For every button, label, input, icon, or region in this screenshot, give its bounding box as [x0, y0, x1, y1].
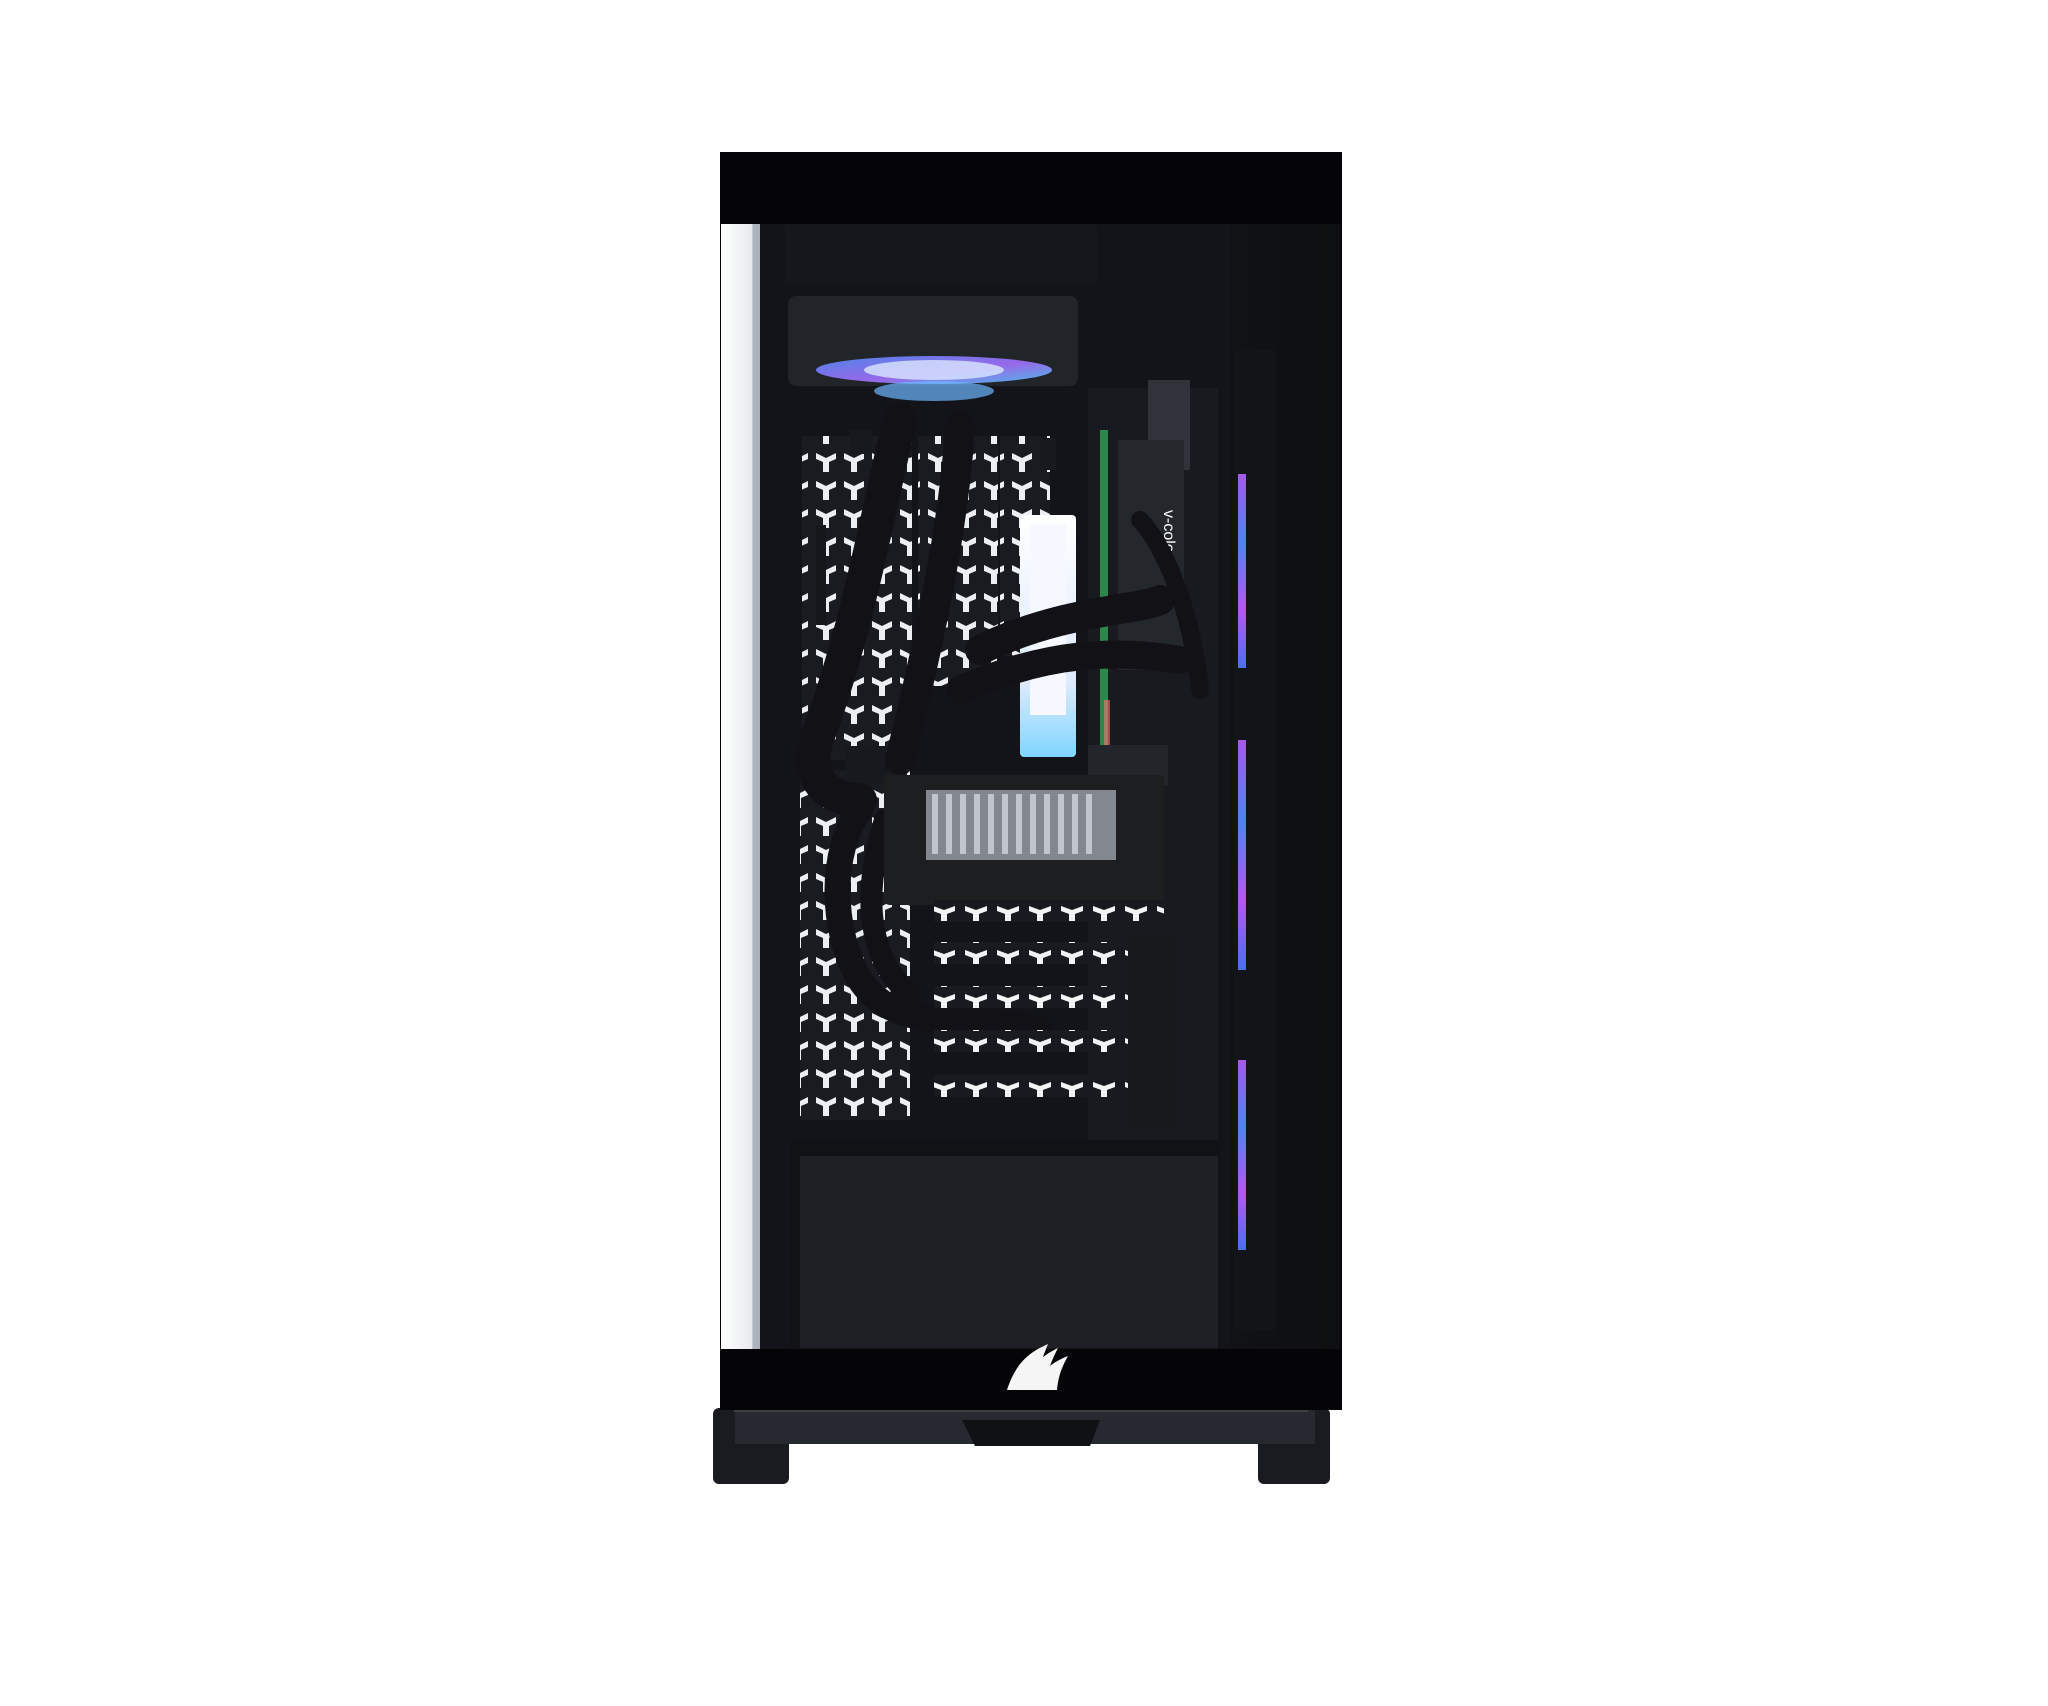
- product-photo-stage: v-color: [0, 0, 2048, 1706]
- pc-case-illustration: v-color: [0, 0, 2048, 1706]
